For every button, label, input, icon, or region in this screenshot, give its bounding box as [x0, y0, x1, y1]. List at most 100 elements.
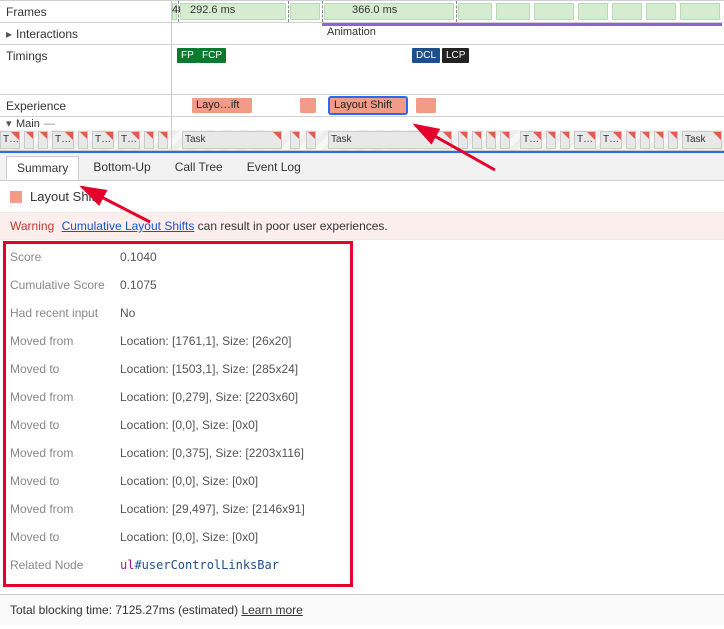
track-spacer	[0, 66, 724, 94]
learn-more-link[interactable]: Learn more	[241, 603, 302, 617]
timing-fcp[interactable]: FCP	[198, 48, 226, 63]
task-micro[interactable]	[290, 131, 300, 149]
track-label-interactions[interactable]: ▸ Interactions	[0, 23, 172, 44]
task-micro[interactable]	[640, 131, 650, 149]
frames-timeline[interactable]: 467.0 ms ms 292.6 ms 366.0 ms 328.4	[172, 1, 724, 22]
tab-summary[interactable]: Summary	[6, 156, 79, 180]
footer-bar: Total blocking time: 7125.27ms (estimate…	[0, 594, 724, 625]
label-text: Experience	[6, 99, 66, 113]
detail-val: Location: [0,279], Size: [2203x60]	[120, 390, 298, 404]
task-micro[interactable]	[654, 131, 664, 149]
frame-divider	[288, 1, 289, 22]
frame-block[interactable]	[534, 3, 574, 20]
task-micro[interactable]	[500, 131, 510, 149]
task-micro[interactable]	[626, 131, 636, 149]
detail-row: Moved fromLocation: [0,279], Size: [2203…	[10, 390, 714, 404]
detail-row: Score0.1040	[10, 250, 714, 264]
experience-timeline[interactable]: Layo…ift Layout Shift	[172, 95, 724, 116]
layout-shift-event-selected[interactable]: Layout Shift	[330, 98, 406, 113]
task-block[interactable]: T…	[118, 131, 140, 149]
detail-key: Moved from	[10, 334, 120, 348]
frame-divider	[178, 1, 179, 22]
detail-row: Had recent inputNo	[10, 306, 714, 320]
task-block[interactable]: Task	[182, 131, 282, 149]
task-micro[interactable]	[560, 131, 570, 149]
warning-bar: Warning Cumulative Layout Shifts can res…	[0, 213, 724, 240]
task-micro[interactable]	[158, 131, 168, 149]
track-main-tasks: T… T… T… T… Task Task T… T…	[0, 130, 724, 150]
detail-key: Moved to	[10, 474, 120, 488]
task-micro[interactable]	[546, 131, 556, 149]
task-block[interactable]: Task	[328, 131, 452, 149]
layout-shift-event-small[interactable]	[300, 98, 316, 113]
task-micro[interactable]	[306, 131, 316, 149]
tab-call-tree[interactable]: Call Tree	[165, 156, 233, 178]
task-block[interactable]: T…	[520, 131, 542, 149]
detail-val: Location: [0,375], Size: [2203x116]	[120, 446, 304, 460]
main-tasks-left: T… T… T… T…	[0, 130, 172, 150]
timings-timeline[interactable]: FP FCP DCL LCP	[172, 45, 724, 66]
layout-shift-event-small[interactable]	[416, 98, 436, 113]
track-main-header[interactable]: ▾ Main —	[0, 116, 724, 130]
main-tasks-timeline[interactable]: Task Task T… T… T… Task	[172, 130, 724, 150]
task-block[interactable]: T…	[92, 131, 114, 149]
detail-key: Moved from	[10, 446, 120, 460]
timing-dcl[interactable]: DCL	[412, 48, 440, 63]
summary-title: Layout Shift	[30, 189, 99, 204]
frame-block[interactable]	[290, 3, 320, 20]
detail-row: Moved toLocation: [0,0], Size: [0x0]	[10, 530, 714, 544]
timing-lcp[interactable]: LCP	[442, 48, 469, 63]
task-block[interactable]: T…	[52, 131, 74, 149]
task-micro[interactable]	[472, 131, 482, 149]
task-micro[interactable]	[24, 131, 34, 149]
label-text: Main	[16, 118, 40, 130]
task-block[interactable]: Task	[682, 131, 722, 149]
frame-divider	[456, 1, 457, 22]
layout-shift-event[interactable]: Layo…ift	[192, 98, 252, 113]
tab-event-log[interactable]: Event Log	[237, 156, 311, 178]
collapse-icon[interactable]: ▾	[6, 117, 16, 130]
track-interactions: ▸ Interactions Animation	[0, 22, 724, 44]
task-block[interactable]: T…	[600, 131, 622, 149]
timing-fp[interactable]: FP	[177, 48, 198, 63]
frame-block[interactable]	[496, 3, 530, 20]
detail-key: Cumulative Score	[10, 278, 120, 292]
task-micro[interactable]	[458, 131, 468, 149]
expand-icon[interactable]: ▸	[6, 27, 16, 41]
detail-key: Had recent input	[10, 306, 120, 320]
task-block[interactable]: T…	[574, 131, 596, 149]
track-experience: Experience Layo…ift Layout Shift	[0, 94, 724, 116]
task-block[interactable]: T…	[0, 131, 20, 149]
track-label-timings: Timings	[0, 45, 172, 66]
spacer-timeline	[172, 66, 724, 94]
related-node-link[interactable]: ul#userControlLinksBar	[120, 558, 279, 572]
frame-block[interactable]	[458, 3, 492, 20]
task-micro[interactable]	[668, 131, 678, 149]
interactions-timeline[interactable]: Animation	[172, 23, 724, 44]
frame-block[interactable]	[612, 3, 642, 20]
label-text: Interactions	[16, 27, 78, 41]
tab-bottom-up[interactable]: Bottom-Up	[83, 156, 160, 178]
frame-block[interactable]	[646, 3, 676, 20]
timeline-tracks: Frames 467.0 ms ms 292.6 ms 366.0 ms 328…	[0, 0, 724, 151]
summary-details: Score0.1040 Cumulative Score0.1075 Had r…	[0, 240, 724, 594]
task-micro[interactable]	[144, 131, 154, 149]
tabstrip: Summary Bottom-Up Call Tree Event Log	[0, 153, 724, 181]
detail-val: 0.1040	[120, 250, 157, 264]
frame-block[interactable]	[680, 3, 720, 20]
animation-bar[interactable]	[322, 23, 722, 26]
cls-docs-link[interactable]: Cumulative Layout Shifts	[62, 219, 195, 233]
detail-val: Location: [0,0], Size: [0x0]	[120, 530, 258, 544]
task-micro[interactable]	[486, 131, 496, 149]
warning-label: Warning	[10, 219, 54, 233]
task-micro[interactable]	[38, 131, 48, 149]
detail-row: Cumulative Score0.1075	[10, 278, 714, 292]
warning-text: can result in poor user experiences.	[194, 219, 387, 233]
frame-time: 292.6 ms	[190, 4, 235, 16]
detail-row-related-node: Related Node ul#userControlLinksBar	[10, 558, 714, 572]
track-label-main[interactable]: ▾ Main —	[0, 117, 172, 130]
track-timings: Timings FP FCP DCL LCP	[0, 44, 724, 66]
detail-val: Location: [0,0], Size: [0x0]	[120, 474, 258, 488]
frame-block[interactable]	[578, 3, 608, 20]
task-micro[interactable]	[78, 131, 88, 149]
